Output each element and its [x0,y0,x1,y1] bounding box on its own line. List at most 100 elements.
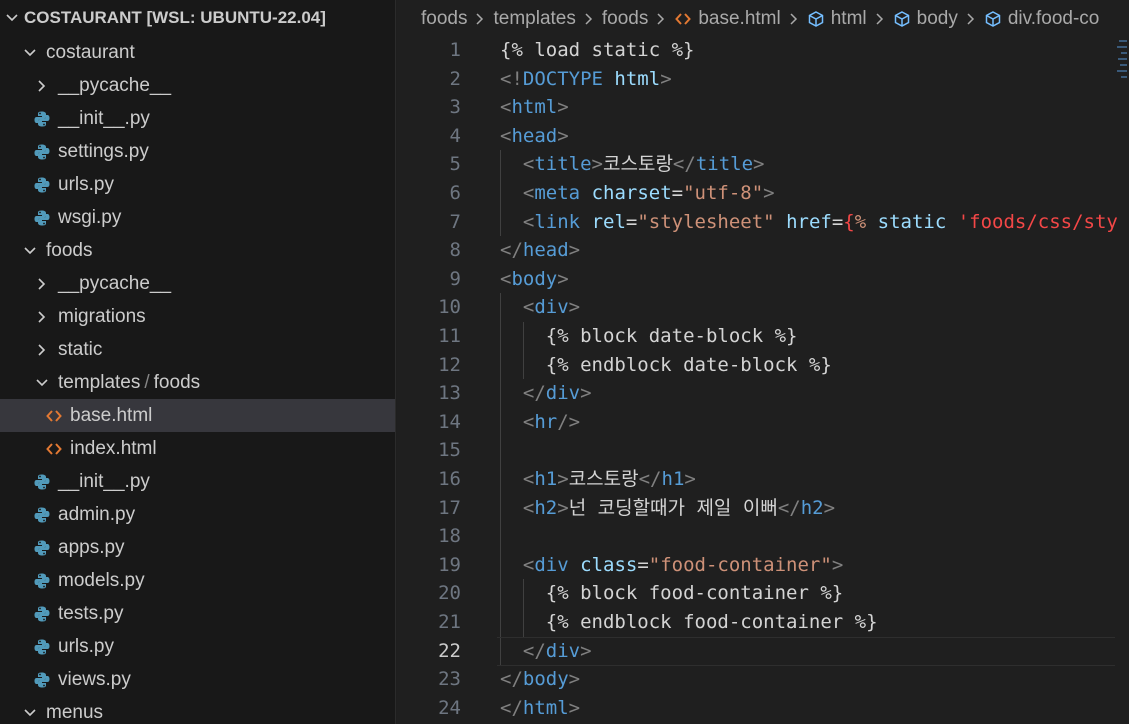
tree-file-item[interactable]: index.html [0,432,395,465]
code-token: head [522,239,569,262]
code-line[interactable]: 13 </div> [397,379,1129,408]
code-line[interactable]: 23 </body> [397,665,1129,694]
code-token: link [534,210,581,233]
explorer-root-header[interactable]: COSTAURANT [WSL: UBUNTU-22.04] [0,2,395,34]
code-editor[interactable]: foods templates foods base.html html body div.… [397,0,1129,724]
code-line[interactable]: 22 </div> [397,636,1129,666]
html-file-icon [42,404,66,428]
tree-item-label: static [58,338,103,360]
code-token: < [522,553,535,576]
code-token: head [511,124,558,147]
python-file-icon [30,569,54,593]
code-token: < [522,210,535,233]
code-line[interactable]: 15 [397,436,1129,465]
tree-folder-item[interactable]: __pycache__ [0,267,395,300]
tree-file-item[interactable]: models.py [0,564,395,597]
breadcrumb-item[interactable]: div.food-co [984,8,1099,30]
tree-folder-item[interactable]: __pycache__ [0,69,395,102]
tree-file-item[interactable]: views.py [0,663,395,696]
code-token: > [591,153,603,176]
code-token: div [534,553,569,576]
indent-guide [500,150,501,179]
tree-file-item[interactable]: urls.py [0,168,395,201]
code-line[interactable]: 9 <body> [397,265,1129,294]
code-token: = [637,553,649,576]
code-line[interactable]: 2 <!DOCTYPE html> [397,65,1129,94]
code-line[interactable]: 8 </head> [397,236,1129,265]
code-token: 'foods/css/sty [957,210,1118,233]
tree-file-item[interactable]: tests.py [0,597,395,630]
tree-folder-item[interactable]: menus [0,696,395,724]
breadcrumb-item[interactable]: foods [421,8,467,30]
code-line[interactable]: 10 <div> [397,293,1129,322]
breadcrumb-item[interactable]: base.html [674,8,781,30]
code-token: > [580,639,592,662]
code-line[interactable]: 1 {% load static %} [397,36,1129,65]
code-line[interactable]: 21 {% endblock food-container %} [397,608,1129,637]
html-file-icon [674,10,692,28]
code-line[interactable]: 6 <meta charset="utf-8"> [397,179,1129,208]
tree-file-item[interactable]: urls.py [0,630,395,663]
code-line[interactable]: 7 <link rel="stylesheet" href={% static '… [397,207,1129,237]
code-line[interactable]: 20 {% block food-container %} [397,579,1129,608]
tree-folder-item[interactable]: costaurant [0,36,395,69]
breadcrumb-item[interactable]: body [893,8,958,30]
code-line[interactable]: 5 <title>코스토랑</title> [397,150,1129,179]
breadcrumb-item[interactable]: html [807,8,867,30]
tree-file-item[interactable]: __init__.py [0,465,395,498]
code-token: class [580,553,638,576]
tree-file-item[interactable]: apps.py [0,531,395,564]
code-token: 코스토랑 [568,468,639,490]
explorer-root-label: COSTAURANT [WSL: UBUNTU-22.04] [24,8,326,27]
chevron-right-icon [30,338,54,362]
code-token: {% endblock date-block %} [545,353,832,376]
tree-folder-item[interactable]: static [0,333,395,366]
line-number: 3 [449,96,461,119]
code-token: html [511,96,558,119]
indent-guide [522,322,524,351]
chevron-right-icon [789,12,799,26]
tree-file-item[interactable]: wsgi.py [0,201,395,234]
code-token: 코스토랑 [603,153,673,176]
chevron-down-icon [18,41,42,65]
code-line[interactable]: 18 [397,522,1129,551]
code-token: < [522,296,535,319]
code-line[interactable]: 14 <hr/> [397,407,1129,437]
breadcrumb-item[interactable]: foods [602,8,648,30]
code-token: meta [534,182,581,204]
code-line[interactable]: 16 <h1>코스토랑</h1> [397,465,1129,494]
code-area[interactable]: 1 {% load static %} 2 <!DOCTYPE html> 3 <html… [397,36,1129,724]
code-line[interactable]: 17 <h2>넌 코딩할때가 제일 이뻐</h2> [397,493,1129,523]
indent-guide [500,608,501,637]
code-token: </ [522,639,546,662]
code-token: > [823,496,836,519]
code-token: html [614,67,661,90]
line-number: 14 [438,410,461,433]
tree-folder-item[interactable]: templates / foods [0,366,395,399]
tree-item-label: settings.py [58,140,149,162]
tree-file-item[interactable]: settings.py [0,135,395,168]
tree-folder-item[interactable]: foods [0,234,395,267]
minimap[interactable] [1115,36,1129,86]
code-token: </ [777,496,801,519]
code-line[interactable]: 12 {% endblock date-block %} [397,350,1129,380]
code-line[interactable]: 4 <head> [397,122,1129,151]
code-line[interactable]: 11 {% block date-block %} [397,322,1129,351]
code-token: body [522,668,569,691]
code-token: title [695,153,754,176]
code-line[interactable]: 3 <html> [397,93,1129,122]
tree-file-item[interactable]: base.html [0,399,395,432]
code-token: </ [500,668,523,691]
breadcrumb-item[interactable]: templates [493,8,575,30]
indent-guide [522,579,524,608]
chevron-down-icon [18,701,42,724]
code-text: {% block food-container %} [546,579,843,608]
code-line[interactable]: 19 <div class="food-container"> [397,550,1129,580]
tree-file-item[interactable]: __init__.py [0,102,395,135]
code-line[interactable]: 24 </html> [397,694,1129,723]
tree-folder-item[interactable]: migrations [0,300,395,333]
code-token: 넌 코딩할때가 제일 이뻐 [568,496,778,519]
tree-file-item[interactable]: admin.py [0,498,395,531]
code-token: </ [500,239,523,262]
symbol-icon [893,10,911,28]
